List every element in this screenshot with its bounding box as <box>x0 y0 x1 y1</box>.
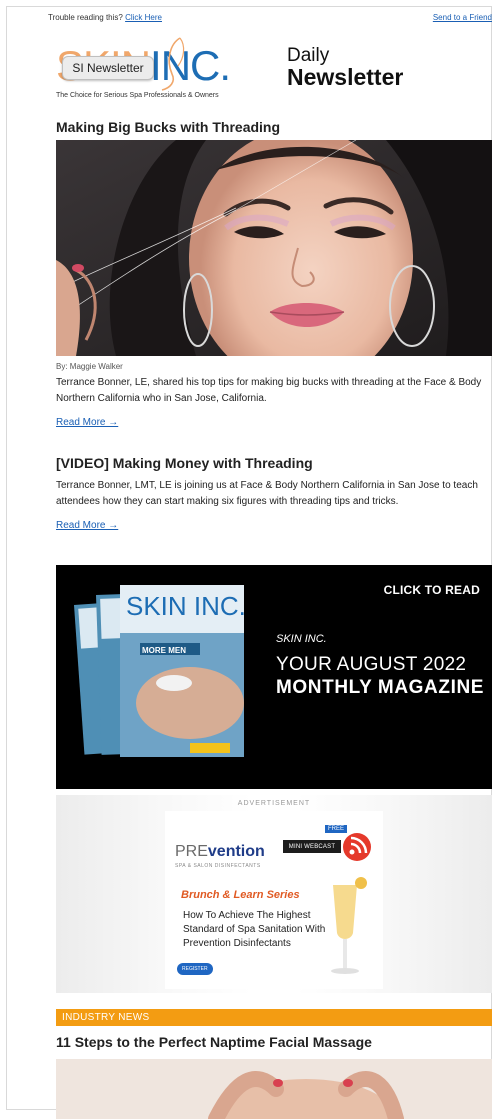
free-tag: FREE <box>325 825 348 833</box>
click-to-read-label: CLICK TO READ <box>383 583 480 597</box>
cover-headline: MORE MEN <box>142 646 186 655</box>
register-button[interactable]: REGISTER <box>177 963 213 975</box>
click-here-link[interactable]: Click Here <box>125 13 162 22</box>
article-1-summary: Terrance Bonner, LE, shared his top tips… <box>56 377 482 404</box>
article-2-title[interactable]: [VIDEO] Making Money with Threading <box>56 455 313 471</box>
article-3-title[interactable]: 11 Steps to the Perfect Naptime Facial M… <box>56 1034 372 1050</box>
champagne-glass-icon <box>331 877 367 974</box>
masthead: Daily Newsletter <box>287 46 403 89</box>
prevention-brand: PREvention <box>175 843 265 860</box>
rss-icon <box>343 833 371 861</box>
cover-title: SKIN INC. <box>126 591 246 621</box>
advertisement-section: ADVERTISEMENT FREE MINI WEBCAST PREventi… <box>56 795 492 993</box>
magazine-brand: SKIN INC. <box>276 633 327 645</box>
top-bar: Trouble reading this? Click Here Send to… <box>48 13 492 22</box>
prevention-ad[interactable]: FREE MINI WEBCAST PREvention SPA & SALON… <box>165 811 383 989</box>
article-3-image[interactable] <box>56 1059 492 1119</box>
facial-massage-photo <box>56 1059 492 1119</box>
prevention-subtitle: SPA & SALON DISINFECTANTS <box>175 863 261 869</box>
logo-tagline: The Choice for Serious Spa Professionals… <box>56 92 219 99</box>
brunch-learn-series: Brunch & Learn Series <box>181 889 300 901</box>
advertisement-label: ADVERTISEMENT <box>237 800 311 807</box>
article-1-byline: By: Maggie Walker <box>56 362 123 371</box>
industry-news-bar: INDUSTRY NEWS <box>56 1009 492 1026</box>
magazine-covers: SKIN INC. MORE MEN <box>73 585 246 757</box>
article-1-read-more-link[interactable]: Read More → <box>56 417 118 428</box>
si-newsletter-badge: SI Newsletter <box>62 56 154 80</box>
article-2-read-more-link[interactable]: Read More → <box>56 520 118 531</box>
masthead-daily: Daily <box>287 45 330 66</box>
logo-swoosh-icon <box>161 37 185 91</box>
article-2-summary: Terrance Bonner, LMT, LE is joining us a… <box>56 480 478 507</box>
masthead-newsletter: Newsletter <box>287 64 404 90</box>
article-1-image[interactable] <box>56 140 492 356</box>
magazine-issue: YOUR AUGUST 2022 <box>276 654 467 675</box>
magazine-subtitle: MONTHLY MAGAZINE <box>276 677 485 698</box>
magazine-banner[interactable]: SKIN INC. MORE MEN CLICK TO READ SKIN IN… <box>56 565 492 789</box>
trouble-text: Trouble reading this? <box>48 13 123 22</box>
send-to-friend-link[interactable]: Send to a Friend <box>433 13 492 22</box>
threading-photo <box>56 140 492 356</box>
mini-webcast-label: MINI WEBCAST <box>283 840 341 853</box>
article-1-title[interactable]: Making Big Bucks with Threading <box>56 119 280 135</box>
